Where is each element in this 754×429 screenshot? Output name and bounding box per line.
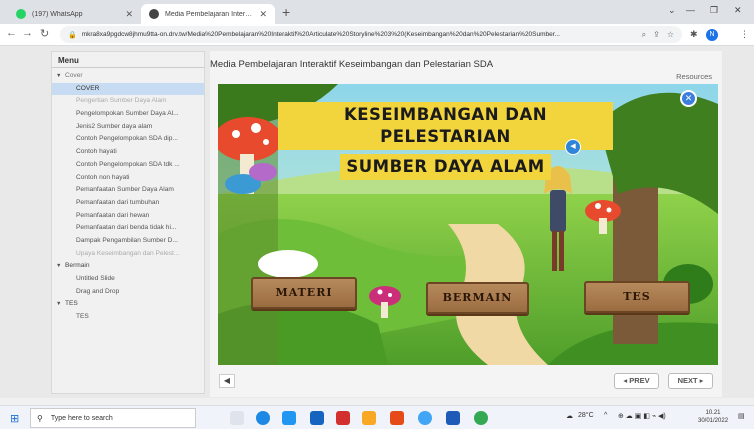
next-button[interactable]: NEXT ▸ bbox=[668, 373, 713, 389]
menu-group-label: Cover bbox=[65, 72, 83, 79]
close-tab-icon[interactable]: ✕ bbox=[125, 9, 133, 20]
collapse-arrow-icon[interactable]: ▼ bbox=[56, 70, 65, 83]
clock-time: 10.21 bbox=[705, 410, 721, 416]
audio-speaker-icon[interactable]: ◀ bbox=[565, 139, 581, 155]
word-icon[interactable] bbox=[446, 411, 460, 425]
menu-item[interactable]: Jenis2 Sumber daya alam bbox=[52, 121, 204, 134]
slide-panel: Media Pembelajaran Interaktif Keseimbang… bbox=[210, 51, 722, 397]
zoom-icon[interactable]: ⌕ bbox=[642, 30, 646, 40]
menu-item[interactable]: Contoh hayati bbox=[52, 146, 204, 159]
close-tab-icon[interactable]: ✕ bbox=[259, 9, 267, 20]
edge-icon[interactable] bbox=[256, 411, 270, 425]
address-bar[interactable]: 🔒 mkra8xa9pgdcw8jhmu9tta-on.drv.tw/Media… bbox=[60, 26, 682, 43]
browser-toolbar: ← → ↻ 🔒 mkra8xa9pgdcw8jhmu9tta-on.drv.tw… bbox=[0, 24, 754, 46]
tab-title: Media Pembelajaran Interaktif Ke bbox=[165, 10, 256, 18]
menu-item[interactable]: Contoh Pengelompokan SDA dip... bbox=[52, 133, 204, 146]
menu-group-label: TES bbox=[65, 300, 78, 308]
materi-button[interactable]: MATERI bbox=[251, 277, 357, 309]
mail-icon[interactable] bbox=[336, 411, 350, 425]
menu-group[interactable]: ▼ TES bbox=[52, 298, 204, 311]
new-tab-icon[interactable]: + bbox=[282, 4, 290, 20]
windows-taskbar: ⊞ ⚲ Type here to search ☁ 28°C ^ ⊕ ☁ ▣ ◧… bbox=[0, 405, 754, 429]
minimize-icon[interactable]: — bbox=[686, 5, 695, 15]
menu-item[interactable]: Contoh Pengelompokan SDA tdk ... bbox=[52, 159, 204, 172]
app-icon[interactable] bbox=[310, 411, 324, 425]
taskbar-search-placeholder: Type here to search bbox=[50, 414, 113, 422]
tab-whatsapp[interactable]: (197) WhatsApp ✕ bbox=[8, 4, 141, 24]
menu-item[interactable]: Untitled Slide bbox=[52, 273, 204, 286]
menu-item[interactable]: Drag and Drop bbox=[52, 286, 204, 299]
browser-tab-strip: (197) WhatsApp ✕ Media Pembelajaran Inte… bbox=[0, 0, 754, 24]
bermain-button[interactable]: BERMAIN bbox=[426, 282, 529, 314]
maximize-icon[interactable]: ❐ bbox=[710, 5, 718, 16]
tab-search-icon[interactable]: ⌄ bbox=[668, 5, 676, 16]
store-icon[interactable] bbox=[282, 411, 296, 425]
menu-group[interactable]: ▼ Cover bbox=[52, 70, 204, 83]
menu-item[interactable]: COVER bbox=[52, 82, 204, 96]
course-title: Media Pembelajaran Interaktif Keseimbang… bbox=[210, 59, 494, 70]
chrome-icon[interactable] bbox=[474, 411, 488, 425]
clock-date: 30/01/2022 bbox=[698, 418, 729, 424]
menu-item[interactable]: Pengertian Sumber Daya Alam bbox=[52, 95, 204, 108]
title-line-2: SUMBER DAYA ALAM bbox=[340, 154, 551, 180]
menu-group[interactable]: ▼ Bermain bbox=[52, 260, 204, 273]
tes-button[interactable]: TES bbox=[584, 281, 690, 313]
windows-start-icon[interactable]: ⊞ bbox=[10, 412, 19, 425]
menu-item[interactable]: Pemanfaatan dari benda tidak hi... bbox=[52, 222, 204, 235]
office-icon[interactable] bbox=[390, 411, 404, 425]
whatsapp-icon bbox=[16, 9, 26, 19]
reload-icon[interactable]: ↻ bbox=[40, 27, 49, 40]
window-close-icon[interactable]: ✕ bbox=[734, 5, 742, 16]
profile-avatar[interactable]: N bbox=[706, 29, 718, 41]
title-line-1: KESEIMBANGAN DAN PELESTARIAN bbox=[278, 102, 613, 150]
menu-header: Menu bbox=[52, 52, 204, 68]
weather-temp[interactable]: 28°C bbox=[578, 412, 594, 419]
menu-item[interactable]: TES bbox=[52, 311, 204, 324]
menu-item[interactable]: Pemanfaatan Sumber Daya Alam bbox=[52, 184, 204, 197]
search-icon: ⚲ bbox=[37, 413, 43, 423]
volume-icon[interactable]: ◀ bbox=[219, 374, 235, 388]
close-slide-button[interactable]: ✕ bbox=[680, 90, 697, 107]
file-explorer-icon[interactable] bbox=[362, 411, 376, 425]
lock-icon[interactable]: 🔒 bbox=[68, 31, 77, 39]
prev-button[interactable]: ◂ PREV bbox=[614, 373, 659, 389]
title-banner: KESEIMBANGAN DAN PELESTARIAN SUMBER DAYA… bbox=[278, 102, 613, 180]
horizontal-scrollbar[interactable] bbox=[0, 398, 754, 405]
menu-sidebar: Menu ▼ Cover COVER Pengertian Sumber Daya A… bbox=[51, 51, 205, 394]
collapse-arrow-icon[interactable]: ▼ bbox=[56, 260, 65, 273]
bookmark-star-icon[interactable]: ☆ bbox=[667, 30, 674, 39]
tab-media-pembelajaran[interactable]: Media Pembelajaran Interaktif Ke ✕ bbox=[141, 4, 275, 24]
menu-list: ▼ Cover COVER Pengertian Sumber Daya Alam Pe… bbox=[52, 68, 204, 324]
tray-chevron-icon[interactable]: ^ bbox=[604, 412, 607, 419]
weather-icon[interactable]: ☁ bbox=[566, 412, 573, 420]
notification-icon[interactable]: ▤ bbox=[738, 412, 745, 420]
extensions-icon[interactable]: ✱ bbox=[690, 29, 698, 40]
menu-item[interactable]: Pemanfaatan dari hewan bbox=[52, 210, 204, 223]
menu-item[interactable]: Dampak Pengambilan Sumber D... bbox=[52, 235, 204, 248]
address-url[interactable]: mkra8xa9pgdcw8jhmu9tta-on.drv.tw/Media%2… bbox=[82, 31, 635, 38]
menu-item[interactable]: Pengelompokan Sumber Daya Al... bbox=[52, 108, 204, 121]
tray-icons[interactable]: ⊕ ☁ ▣ ◧ ⌁ ◀) bbox=[618, 412, 666, 420]
storyline-player: Menu ▼ Cover COVER Pengertian Sumber Daya A… bbox=[0, 46, 754, 398]
task-view-icon[interactable] bbox=[230, 411, 244, 425]
page-favicon-icon bbox=[149, 9, 159, 19]
forward-icon[interactable]: → bbox=[22, 27, 33, 39]
taskbar-clock[interactable]: 10.21 30/01/2022 bbox=[698, 409, 728, 425]
collapse-arrow-icon[interactable]: ▼ bbox=[56, 298, 65, 311]
menu-item[interactable]: Upaya Keseimbangan dan Pelest... bbox=[52, 248, 204, 261]
resources-link[interactable]: Resources bbox=[676, 72, 712, 81]
menu-item[interactable]: Pemanfaatan dari tumbuhan bbox=[52, 197, 204, 210]
browser-menu-icon[interactable]: ⋮ bbox=[740, 29, 749, 40]
menu-group-label: Bermain bbox=[65, 262, 90, 270]
browser-icon[interactable] bbox=[418, 411, 432, 425]
slide-stage: KESEIMBANGAN DAN PELESTARIAN SUMBER DAYA… bbox=[218, 84, 718, 365]
back-icon[interactable]: ← bbox=[6, 27, 17, 39]
tab-title: (197) WhatsApp bbox=[32, 10, 83, 18]
share-icon[interactable]: ⇪ bbox=[653, 30, 660, 39]
taskbar-search[interactable]: ⚲ Type here to search bbox=[30, 408, 196, 428]
menu-item[interactable]: Contoh non hayati bbox=[52, 172, 204, 185]
